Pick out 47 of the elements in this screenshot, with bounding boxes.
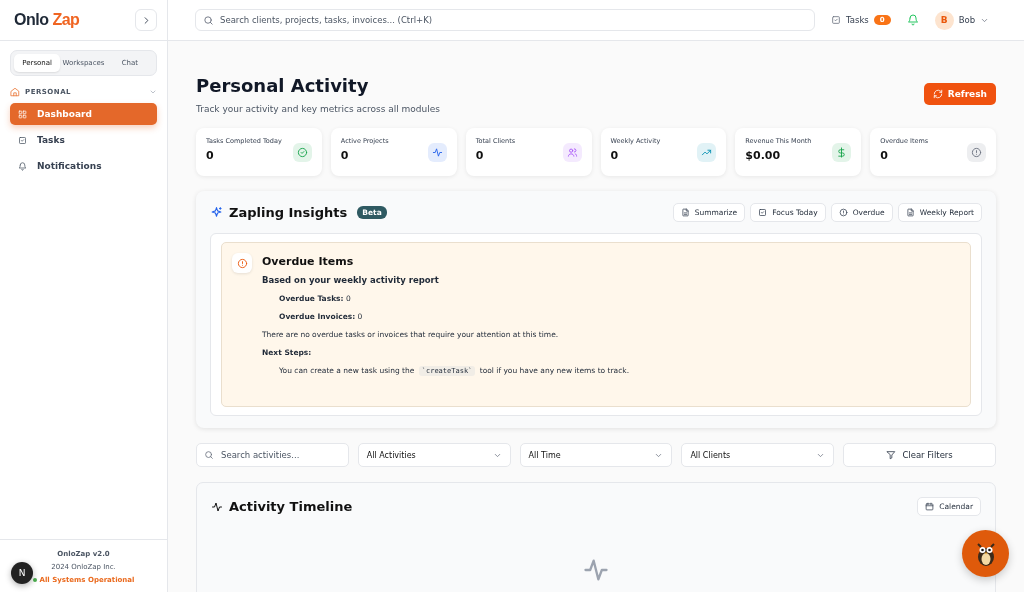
panel-title: Activity Timeline [229, 499, 353, 514]
pulse-icon [211, 500, 223, 513]
page-title: Personal Activity [196, 75, 370, 96]
activity-search-field[interactable]: Search activities... [196, 443, 349, 467]
home-icon [10, 87, 20, 97]
chevron-down-icon [149, 88, 157, 96]
grid-icon [18, 109, 27, 119]
sparkle-icon [210, 206, 223, 219]
stat-value: 0 [880, 149, 889, 162]
bell-icon [906, 14, 919, 26]
checkbox-icon [758, 208, 768, 217]
document-icon [905, 208, 915, 217]
stat-value: $0.00 [745, 149, 782, 162]
page-subtitle: Track your activity and key metrics across all modules [196, 104, 440, 114]
alert-icon [971, 146, 982, 158]
bell-icon [18, 161, 27, 171]
refresh-icon [932, 89, 943, 99]
nav-item[interactable]: Notifications [10, 155, 157, 177]
clear-filters-button[interactable]: Clear Filters [843, 443, 996, 467]
stat-value: 0 [610, 149, 620, 162]
calendar-icon [925, 502, 935, 511]
user-avatar: B [934, 10, 954, 30]
refresh-button[interactable]: Refresh [923, 83, 996, 105]
document-icon [680, 208, 690, 217]
search-icon [203, 14, 214, 26]
status-dot [32, 578, 37, 582]
stat-value: 0 [475, 149, 485, 162]
result-title: Overdue Items [262, 255, 355, 268]
stat-value: 0 [206, 149, 215, 162]
filter-icon [886, 450, 897, 460]
filter-dropdown[interactable]: All Time [519, 443, 673, 467]
checkbox-icon [18, 135, 27, 145]
panel-title: Zapling Insights [229, 205, 348, 220]
nav-item[interactable]: Tasks [10, 129, 157, 151]
user-menu[interactable]: B Bob [934, 10, 990, 30]
alert-icon [838, 208, 848, 217]
notifications-button[interactable] [906, 14, 919, 26]
stat-value: 0 [340, 149, 350, 162]
collapse-button[interactable] [135, 9, 157, 31]
filter-dropdown[interactable]: All Clients [681, 443, 835, 467]
search-field[interactable]: Search clients, projects, tasks, invoices... (Ctrl+K) [195, 9, 815, 31]
checkbox-icon [831, 15, 841, 25]
result-subtitle: Based on your weekly activity report [262, 275, 440, 285]
filter-dropdown[interactable]: All Activities [357, 443, 511, 467]
search-icon [204, 450, 214, 460]
brand-logo[interactable]: Onlo Zap [14, 11, 80, 29]
dev-badge[interactable]: N [11, 562, 33, 584]
